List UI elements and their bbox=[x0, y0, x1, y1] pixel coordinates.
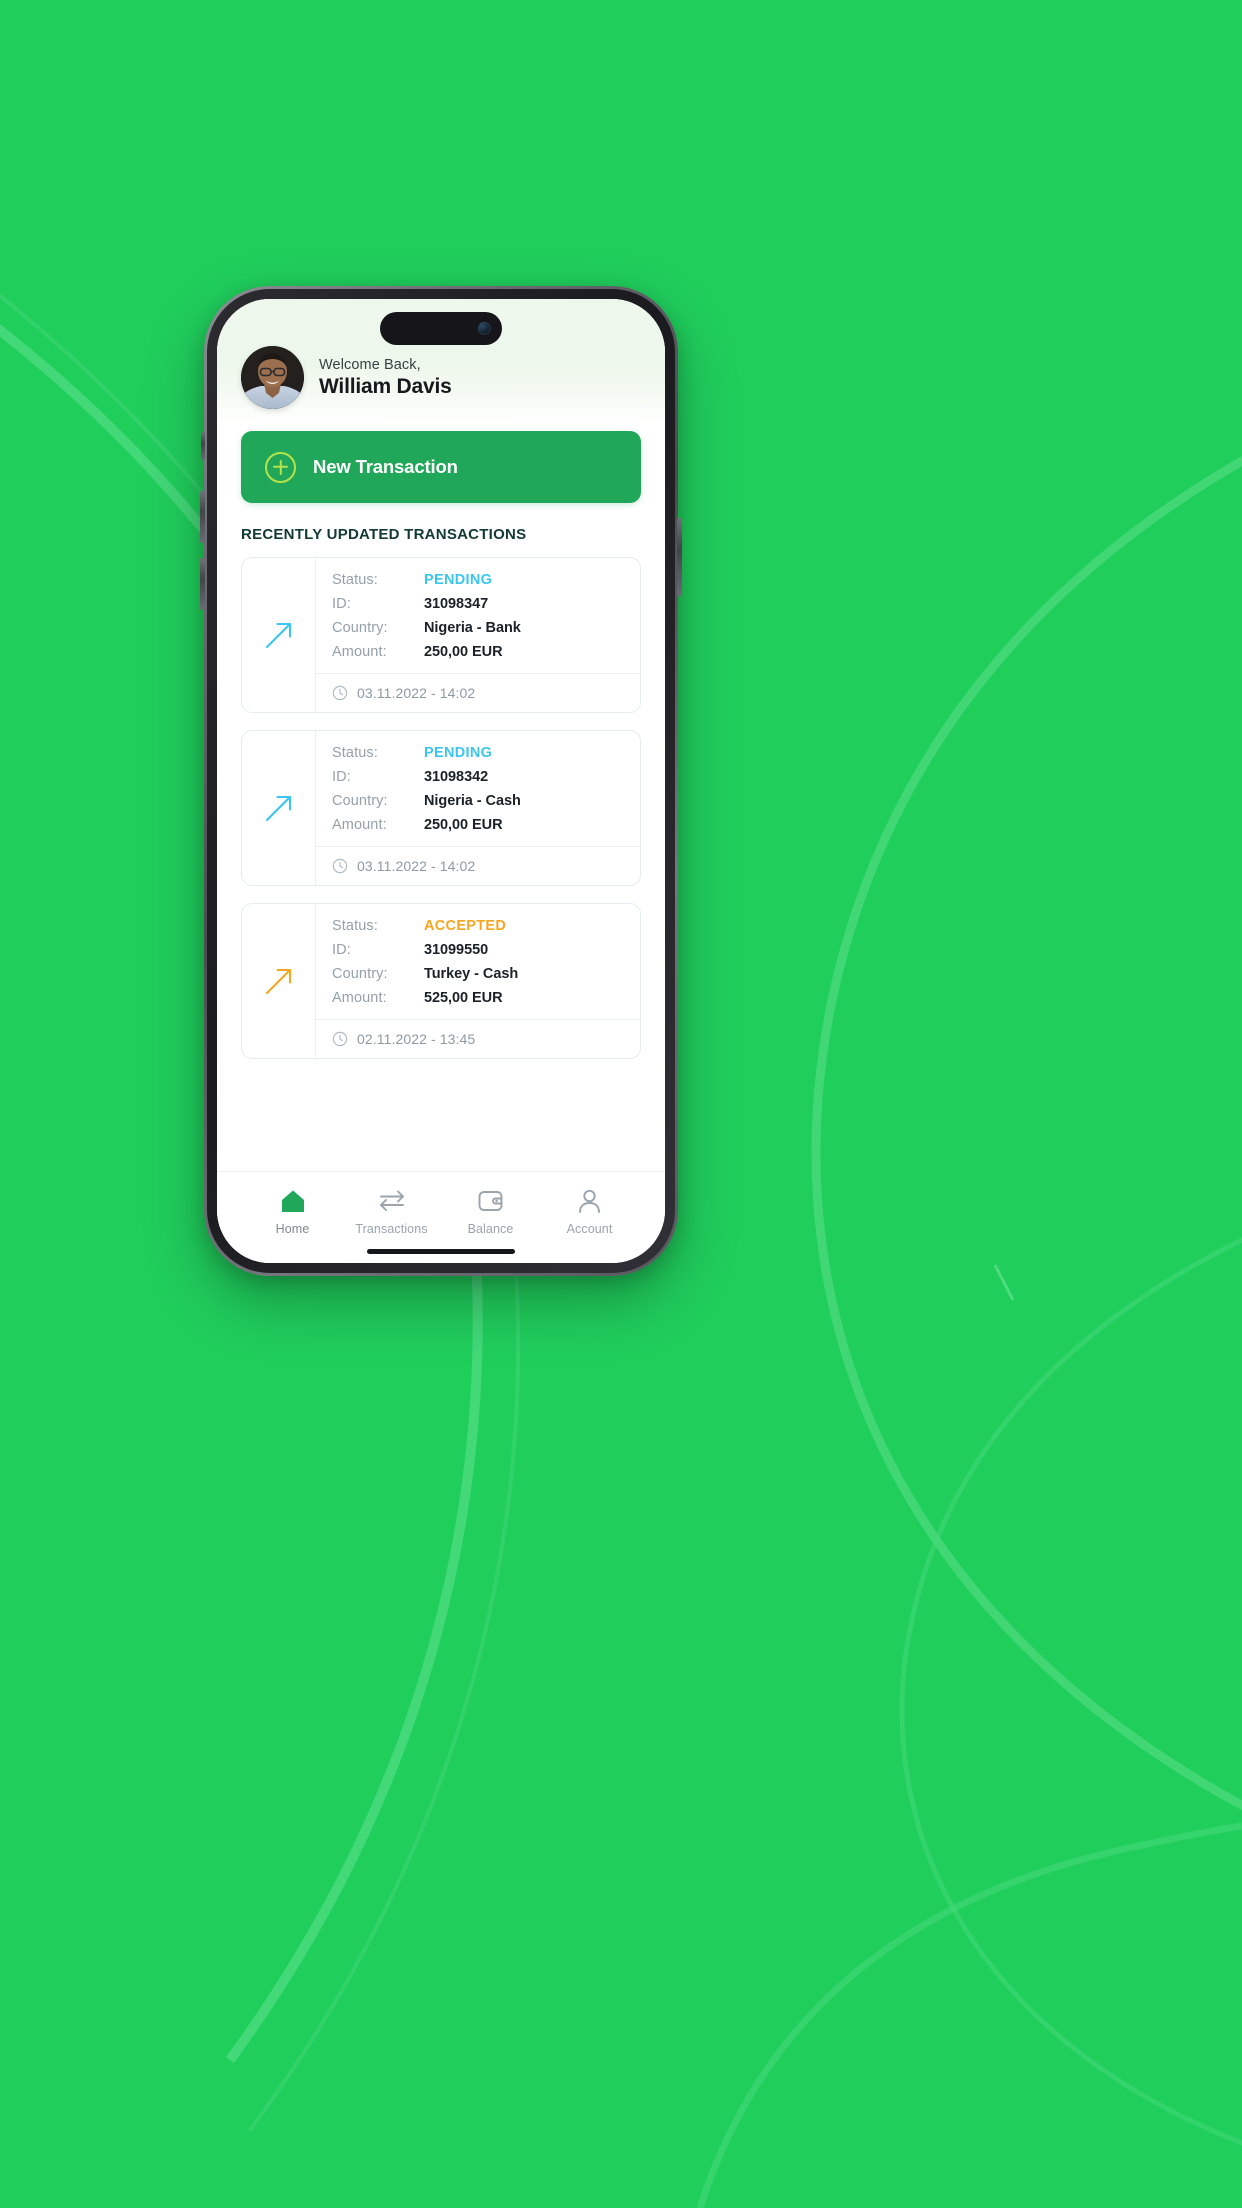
amount-label: Amount: bbox=[332, 644, 387, 660]
power-button[interactable] bbox=[677, 518, 682, 596]
transaction-id: 31099550 bbox=[424, 942, 489, 958]
camera-icon bbox=[478, 322, 491, 335]
volume-down-button[interactable] bbox=[200, 558, 205, 610]
person-icon bbox=[579, 1189, 600, 1213]
amount-row: Amount: 250,00 EUR bbox=[332, 644, 624, 660]
new-transaction-label: New Transaction bbox=[313, 456, 458, 477]
arrow-up-right-icon bbox=[265, 968, 291, 995]
nav-label: Balance bbox=[467, 1222, 514, 1236]
table-row[interactable]: Status: PENDING ID: 31098342 Country: Ni… bbox=[241, 730, 641, 886]
clock-icon bbox=[332, 858, 348, 874]
status-row: Status: ACCEPTED bbox=[332, 918, 624, 934]
home-indicator bbox=[367, 1249, 515, 1254]
id-label: ID: bbox=[332, 942, 351, 958]
exchange-arrows-icon bbox=[379, 1190, 404, 1211]
status-row: Status: PENDING bbox=[332, 745, 624, 761]
exchange-arrows-icon bbox=[377, 1186, 407, 1215]
id-row: ID: 31098347 bbox=[332, 596, 624, 612]
new-transaction-button[interactable]: New Transaction bbox=[241, 431, 641, 503]
nav-item-transactions[interactable]: Transactions bbox=[342, 1186, 441, 1236]
timestamp: 03.11.2022 - 14:02 bbox=[357, 685, 476, 701]
table-row[interactable]: Status: ACCEPTED ID: 31099550 Country: T… bbox=[241, 903, 641, 1059]
phone-mockup: Welcome Back, William Davis New Transact… bbox=[200, 286, 682, 1276]
status-badge: ACCEPTED bbox=[424, 918, 507, 934]
greeting-label: Welcome Back, bbox=[319, 356, 421, 373]
nav-label: Transactions bbox=[355, 1222, 428, 1236]
status-row: Status: PENDING bbox=[332, 572, 624, 588]
transaction-details: Status: PENDING ID: 31098342 Country: Ni… bbox=[316, 731, 640, 885]
arrow-up-right-icon bbox=[265, 795, 291, 822]
app-root: Welcome Back, William Davis New Transact… bbox=[217, 299, 665, 1263]
phone-screen: Welcome Back, William Davis New Transact… bbox=[217, 299, 665, 1263]
nav-label: Home bbox=[275, 1222, 310, 1236]
plus-circle-icon bbox=[265, 451, 296, 483]
dynamic-island bbox=[380, 312, 502, 345]
timestamp-row: 02.11.2022 - 13:45 bbox=[316, 1019, 640, 1058]
transaction-direction-icon bbox=[242, 558, 316, 712]
nav-item-home[interactable]: Home bbox=[243, 1186, 342, 1236]
silence-switch[interactable] bbox=[201, 432, 205, 460]
transaction-id: 31098342 bbox=[424, 769, 489, 785]
country-row: Country: Nigeria - Bank bbox=[332, 620, 624, 636]
timestamp-row: 03.11.2022 - 14:02 bbox=[316, 846, 640, 885]
table-row[interactable]: Status: PENDING ID: 31098347 Country: Ni… bbox=[241, 557, 641, 713]
id-label: ID: bbox=[332, 769, 351, 785]
clock-icon bbox=[332, 685, 348, 701]
amount-row: Amount: 525,00 EUR bbox=[332, 990, 624, 1006]
clock-icon bbox=[332, 1031, 348, 1047]
amount-label: Amount: bbox=[332, 817, 387, 833]
country-row: Country: Nigeria - Cash bbox=[332, 793, 624, 809]
amount-label: Amount: bbox=[332, 990, 387, 1006]
transaction-direction-icon bbox=[242, 731, 316, 885]
user-name: William Davis bbox=[319, 374, 452, 398]
status-label: Status: bbox=[332, 918, 378, 934]
transaction-details: Status: PENDING ID: 31098347 Country: Ni… bbox=[316, 558, 640, 712]
id-label: ID: bbox=[332, 596, 351, 612]
nav-item-balance[interactable]: Balance bbox=[441, 1186, 540, 1236]
amount-value: 525,00 EUR bbox=[424, 990, 503, 1006]
amount-value: 250,00 EUR bbox=[424, 817, 503, 833]
user-avatar-photo bbox=[241, 346, 304, 409]
country-value: Turkey - Cash bbox=[424, 966, 519, 982]
country-value: Nigeria - Cash bbox=[424, 793, 521, 809]
wallet-icon bbox=[478, 1190, 503, 1211]
id-row: ID: 31099550 bbox=[332, 942, 624, 958]
amount-row: Amount: 250,00 EUR bbox=[332, 817, 624, 833]
arrow-up-right-icon bbox=[265, 622, 291, 649]
home-icon bbox=[280, 1186, 306, 1215]
status-label: Status: bbox=[332, 572, 378, 588]
status-label: Status: bbox=[332, 745, 378, 761]
country-row: Country: Turkey - Cash bbox=[332, 966, 624, 982]
timestamp-row: 03.11.2022 - 14:02 bbox=[316, 673, 640, 712]
main-content: New Transaction RECENTLY UPDATED TRANSAC… bbox=[217, 425, 665, 1171]
nav-label: Account bbox=[566, 1222, 613, 1236]
status-badge: PENDING bbox=[424, 572, 493, 588]
wallet-icon bbox=[477, 1186, 504, 1215]
amount-value: 250,00 EUR bbox=[424, 644, 503, 660]
avatar[interactable] bbox=[241, 346, 304, 409]
welcome-text-block: Welcome Back, William Davis bbox=[319, 357, 452, 399]
transaction-id: 31098347 bbox=[424, 596, 489, 612]
timestamp: 03.11.2022 - 14:02 bbox=[357, 858, 476, 874]
person-icon bbox=[577, 1186, 602, 1215]
status-badge: PENDING bbox=[424, 745, 493, 761]
country-label: Country: bbox=[332, 620, 388, 636]
country-label: Country: bbox=[332, 966, 388, 982]
nav-item-account[interactable]: Account bbox=[540, 1186, 639, 1236]
country-value: Nigeria - Bank bbox=[424, 620, 521, 636]
transaction-direction-icon bbox=[242, 904, 316, 1058]
transaction-list: Status: PENDING ID: 31098347 Country: Ni… bbox=[241, 557, 641, 1059]
page-title: RECENTLY UPDATED TRANSACTIONS bbox=[241, 526, 527, 543]
id-row: ID: 31098342 bbox=[332, 769, 624, 785]
home-icon bbox=[281, 1190, 304, 1212]
transaction-details: Status: ACCEPTED ID: 31099550 Country: T… bbox=[316, 904, 640, 1058]
volume-up-button[interactable] bbox=[200, 491, 205, 543]
country-label: Country: bbox=[332, 793, 388, 809]
timestamp: 02.11.2022 - 13:45 bbox=[357, 1031, 476, 1047]
